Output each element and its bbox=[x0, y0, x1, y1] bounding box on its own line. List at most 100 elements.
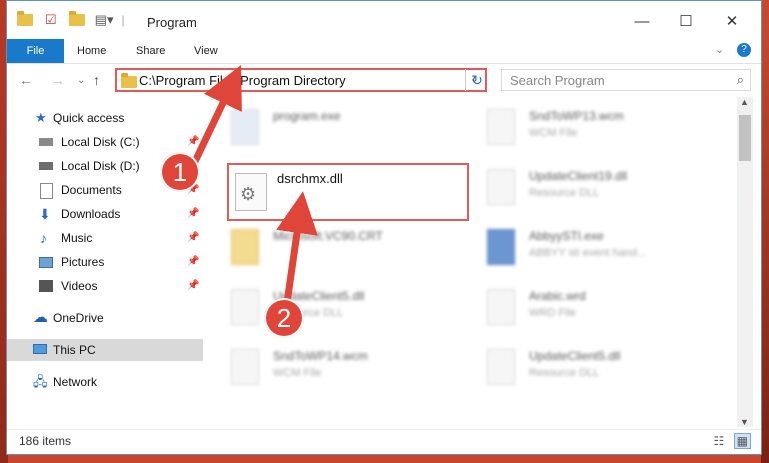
file-type: Resource DLL bbox=[529, 187, 600, 199]
folder-icon bbox=[231, 229, 259, 265]
pin-icon[interactable]: 📌 bbox=[187, 251, 199, 273]
file-name: SndToWP13.wcm bbox=[529, 109, 624, 123]
sidebar-item-music[interactable]: ♪ Music 📌 bbox=[7, 227, 203, 249]
sidebar-item-label: Pictures bbox=[61, 255, 105, 269]
explorer-window: ☑ ▤▾ | Program — ☐ ✕ File Home Share Vie… bbox=[6, 0, 762, 455]
navigation-pane: ★ Quick access Local Disk (C:) 📌 Local D… bbox=[7, 97, 203, 427]
file-type: WCM File bbox=[273, 367, 322, 379]
search-placeholder: Search Program bbox=[510, 73, 605, 88]
sidebar-item-onedrive[interactable]: ☁ OneDrive bbox=[7, 307, 203, 329]
pin-icon[interactable]: 📌 bbox=[187, 203, 199, 225]
sidebar-item-local-disk-c[interactable]: Local Disk (C:) 📌 bbox=[7, 131, 203, 153]
sidebar-item-quick-access[interactable]: ★ Quick access bbox=[7, 107, 203, 129]
sidebar-item-network[interactable]: 🖧 Network bbox=[7, 371, 203, 393]
sidebar-item-label: Documents bbox=[61, 183, 122, 197]
desktop-background-right bbox=[761, 0, 769, 463]
file-name: SndToWP14.wcm bbox=[273, 349, 368, 363]
quick-access-toolbar: ☑ ▤▾ | bbox=[17, 11, 125, 29]
dll-file-icon bbox=[487, 349, 515, 385]
sidebar-item-pictures[interactable]: Pictures 📌 bbox=[7, 251, 203, 273]
back-icon[interactable]: ← bbox=[19, 72, 33, 88]
vertical-scrollbar[interactable]: ▲ ▼ bbox=[737, 97, 753, 427]
sidebar-item-label: This PC bbox=[53, 343, 96, 357]
file-name: AbbyySTI.exe bbox=[529, 229, 604, 243]
search-input[interactable]: Search Program ⌕ bbox=[501, 69, 751, 91]
forward-icon[interactable]: → bbox=[51, 72, 65, 88]
dll-file-icon bbox=[231, 289, 259, 325]
selected-file-name: dsrchmx.dll bbox=[277, 171, 343, 186]
address-bar[interactable]: C:\Program Files\Program Directory ⌄ bbox=[115, 68, 487, 92]
maximize-button[interactable]: ☐ bbox=[663, 9, 709, 37]
network-icon: 🖧 bbox=[33, 374, 48, 389]
selected-file-highlight[interactable]: ⚙ dsrchmx.dll bbox=[227, 163, 469, 221]
sidebar-item-label: Local Disk (D:) bbox=[61, 159, 140, 173]
sidebar-item-label: Network bbox=[53, 375, 98, 389]
pin-icon[interactable]: 📌 bbox=[187, 227, 199, 249]
wcm-file-icon bbox=[487, 109, 515, 145]
folder-icon[interactable] bbox=[17, 11, 33, 26]
minimize-button[interactable]: — bbox=[619, 9, 665, 37]
file-item[interactable]: SndToWP14.wcm WCM File bbox=[207, 343, 447, 393]
file-name: Arabic.wrd bbox=[529, 289, 586, 303]
customize-toolbar-icon[interactable]: ▤▾ bbox=[95, 12, 114, 28]
address-path: C:\Program Files\Program Directory bbox=[139, 73, 346, 88]
star-icon: ★ bbox=[35, 110, 47, 125]
properties-icon[interactable]: ☑ bbox=[45, 12, 57, 28]
file-item[interactable]: program.exe bbox=[207, 103, 447, 153]
file-item[interactable]: Arabic.wrd WRD File bbox=[463, 283, 703, 333]
scrollbar-thumb[interactable] bbox=[739, 115, 751, 161]
new-folder-icon[interactable] bbox=[68, 11, 85, 26]
file-item[interactable]: UpdateClient19.dll Resource DLL bbox=[463, 163, 703, 213]
separator-icon: | bbox=[121, 13, 125, 27]
sidebar-item-videos[interactable]: Videos 📌 bbox=[7, 275, 203, 297]
tab-home[interactable]: Home bbox=[77, 39, 106, 63]
file-type: WRD File bbox=[529, 307, 577, 319]
tab-share[interactable]: Share bbox=[136, 39, 165, 63]
file-type: ABBYY sti event hand... bbox=[529, 247, 647, 259]
file-name: program.exe bbox=[273, 109, 341, 123]
file-type: Resource DLL bbox=[529, 367, 600, 379]
sidebar-item-downloads[interactable]: ⬇ Downloads 📌 bbox=[7, 203, 203, 225]
window-title: Program bbox=[147, 15, 197, 30]
refresh-icon[interactable]: ↻ bbox=[465, 69, 488, 91]
file-item[interactable]: SndToWP13.wcm WCM File bbox=[463, 103, 703, 153]
up-icon[interactable]: ↑ bbox=[93, 72, 100, 88]
recent-locations-icon[interactable]: ⌄ bbox=[77, 75, 85, 86]
search-icon[interactable]: ⌕ bbox=[737, 72, 744, 88]
scroll-up-icon[interactable]: ▲ bbox=[740, 97, 749, 107]
tab-view[interactable]: View bbox=[194, 39, 218, 63]
file-name: UpdateClient5.dll bbox=[529, 349, 621, 363]
file-name: Microsoft.VC90.CRT bbox=[273, 229, 383, 243]
view-toggle: ☷ ▦ bbox=[714, 433, 751, 449]
wcm-file-icon bbox=[231, 349, 259, 385]
tab-file[interactable]: File bbox=[7, 39, 64, 63]
download-icon: ⬇ bbox=[39, 206, 51, 222]
gear-icon: ⚙ bbox=[240, 184, 257, 204]
item-count: 186 items bbox=[19, 434, 72, 448]
sidebar-item-label: Quick access bbox=[53, 111, 125, 125]
callout-badge-two: 2 bbox=[264, 298, 304, 338]
pin-icon[interactable]: 📌 bbox=[187, 275, 199, 297]
sidebar-item-this-pc[interactable]: This PC bbox=[7, 339, 203, 361]
callout-badge-one: 1 bbox=[160, 152, 200, 192]
scroll-down-icon[interactable]: ▼ bbox=[740, 417, 749, 427]
file-item[interactable]: UpdateClient5.dll Resource DLL bbox=[463, 343, 703, 393]
pin-icon[interactable]: 📌 bbox=[187, 131, 199, 153]
ribbon: File Home Share View ⌄ ? bbox=[7, 39, 761, 64]
large-icons-view-icon[interactable]: ▦ bbox=[733, 433, 751, 449]
cloud-icon: ☁ bbox=[33, 309, 48, 326]
folder-icon bbox=[121, 73, 137, 88]
documents-icon bbox=[40, 183, 53, 199]
file-item[interactable]: UpdateClient5.dll Resource DLL bbox=[207, 283, 447, 333]
file-item[interactable]: AbbyySTI.exe ABBYY sti event hand... bbox=[463, 223, 703, 273]
file-item[interactable]: Microsoft.VC90.CRT bbox=[207, 223, 447, 273]
help-icon[interactable]: ? bbox=[737, 43, 751, 57]
details-view-icon[interactable]: ☷ bbox=[714, 434, 725, 448]
sidebar-item-label: Videos bbox=[61, 279, 98, 293]
status-bar: 186 items ☷ ▦ bbox=[7, 429, 761, 454]
file-list: program.exe Microsoft.VC90.CRT UpdateCli… bbox=[207, 97, 735, 427]
exe-file-icon bbox=[487, 229, 515, 265]
drive-icon bbox=[39, 138, 53, 146]
expand-ribbon-icon[interactable]: ⌄ bbox=[715, 43, 724, 56]
close-button[interactable]: ✕ bbox=[709, 9, 755, 37]
